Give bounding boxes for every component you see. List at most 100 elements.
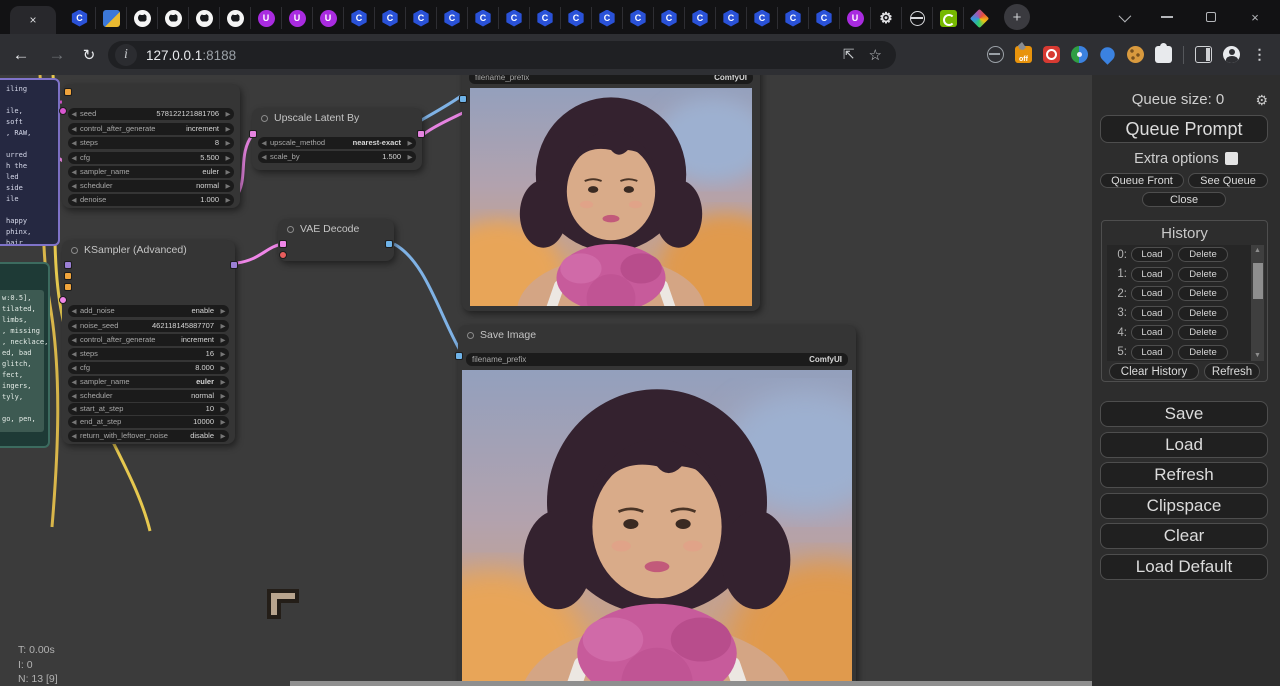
tab-favicon-comfyui[interactable]: C bbox=[560, 7, 591, 29]
see-queue-button[interactable]: See Queue bbox=[1188, 173, 1268, 188]
collapse-dot-icon[interactable] bbox=[287, 226, 294, 233]
tab-favicon-comfyui[interactable]: C bbox=[64, 7, 95, 29]
tab-favicon-comfyui[interactable]: C bbox=[777, 7, 808, 29]
widget-sampler-name[interactable]: ◀sampler_nameeuler▶ bbox=[68, 376, 229, 388]
browser-menu-icon[interactable]: ⋮ bbox=[1251, 46, 1268, 63]
widget-return-with-leftover-noise[interactable]: ◀return_with_leftover_noisedisable▶ bbox=[68, 430, 229, 442]
clear-history-button[interactable]: Clear History bbox=[1109, 363, 1199, 380]
tab-favicon-settings[interactable]: ⚙ bbox=[870, 7, 901, 29]
increment-arrow[interactable]: ▶ bbox=[217, 418, 229, 426]
load-default-button[interactable]: Load Default bbox=[1100, 554, 1268, 580]
decrement-arrow[interactable]: ◀ bbox=[68, 125, 80, 133]
increment-arrow[interactable]: ▶ bbox=[222, 125, 234, 133]
history-delete-button[interactable]: Delete bbox=[1178, 345, 1228, 360]
widget-sampler-name[interactable]: ◀sampler_nameeuler▶ bbox=[68, 166, 234, 178]
decrement-arrow[interactable]: ◀ bbox=[68, 154, 80, 162]
close-button[interactable]: Close bbox=[1142, 192, 1226, 207]
scroll-down-icon[interactable]: ▼ bbox=[1251, 352, 1264, 359]
tab-favicon-comfyui[interactable]: C bbox=[746, 7, 777, 29]
model-input-port[interactable] bbox=[64, 261, 72, 269]
generated-image-preview[interactable] bbox=[470, 88, 752, 306]
decrement-arrow[interactable]: ◀ bbox=[258, 153, 270, 161]
group-corner-handle[interactable] bbox=[266, 588, 302, 620]
tab-close-icon[interactable]: × bbox=[29, 13, 36, 27]
save-image-node[interactable]: Save Image filename_prefix ComfyUI bbox=[458, 325, 856, 686]
conditioning-port[interactable] bbox=[64, 88, 72, 96]
decrement-arrow[interactable]: ◀ bbox=[68, 350, 80, 358]
image-output-port[interactable] bbox=[385, 240, 393, 248]
clip-text-encode-negative-node[interactable]: w:0.5], tilated, limbs, , missing , neck… bbox=[0, 262, 50, 448]
decrement-arrow[interactable]: ◀ bbox=[68, 110, 80, 118]
increment-arrow[interactable]: ▶ bbox=[222, 154, 234, 162]
tab-favicon-notebook[interactable] bbox=[95, 7, 126, 29]
tab-favicon-ultralytics[interactable]: U bbox=[839, 7, 870, 29]
widget-scheduler[interactable]: ◀schedulernormal▶ bbox=[68, 390, 229, 402]
forward-button[interactable]: → bbox=[44, 42, 70, 68]
tab-favicon-comfyui[interactable]: C bbox=[436, 7, 467, 29]
history-refresh-button[interactable]: Refresh bbox=[1204, 363, 1260, 380]
widget-end-at-step[interactable]: ◀end_at_step10000▶ bbox=[68, 416, 229, 428]
clip-text-encode-positive-node[interactable]: iling ile, soft , RAW, urred h the led s… bbox=[0, 78, 60, 246]
increment-arrow[interactable]: ▶ bbox=[222, 196, 234, 204]
samples-input-port[interactable] bbox=[279, 240, 287, 248]
settings-gear-icon[interactable]: ⚙ bbox=[1255, 92, 1268, 109]
negative-input-port[interactable] bbox=[64, 283, 72, 291]
extra-options-checkbox[interactable] bbox=[1225, 152, 1238, 165]
history-delete-button[interactable]: Delete bbox=[1178, 286, 1228, 301]
drop-extension-icon[interactable] bbox=[1097, 44, 1117, 64]
tab-favicon-globe[interactable] bbox=[901, 7, 932, 29]
tab-favicon-github[interactable] bbox=[126, 7, 157, 29]
ksampler-advanced-node[interactable]: KSampler (Advanced) ◀add_noiseenable▶ ◀n… bbox=[62, 240, 235, 444]
widget-denoise[interactable]: ◀denoise1.000▶ bbox=[68, 194, 234, 206]
tab-favicon-github[interactable] bbox=[157, 7, 188, 29]
samples-input-port[interactable] bbox=[249, 130, 257, 138]
blue-green-extension-icon[interactable] bbox=[1071, 46, 1088, 63]
globe-extension-icon[interactable] bbox=[987, 46, 1004, 63]
decrement-arrow[interactable]: ◀ bbox=[68, 196, 80, 204]
widget-noise-seed[interactable]: ◀noise_seed462118145887707▶ bbox=[68, 320, 229, 332]
widget-start-at-step[interactable]: ◀start_at_step10▶ bbox=[68, 403, 229, 415]
increment-arrow[interactable]: ▶ bbox=[217, 378, 229, 386]
save-button[interactable]: Save bbox=[1100, 401, 1268, 427]
tab-search-chevron-icon[interactable] bbox=[1116, 10, 1130, 24]
tab-favicon-ultralytics[interactable]: U bbox=[281, 7, 312, 29]
increment-arrow[interactable]: ▶ bbox=[217, 307, 229, 315]
collapse-dot-icon[interactable] bbox=[71, 247, 78, 254]
site-info-icon[interactable]: i bbox=[115, 44, 137, 66]
side-panel-icon[interactable] bbox=[1195, 46, 1212, 63]
generated-image-preview[interactable] bbox=[462, 370, 852, 686]
save-image-top-node[interactable]: filename_prefix ComfyUI bbox=[462, 75, 760, 311]
collapse-dot-icon[interactable] bbox=[467, 332, 474, 339]
tab-favicon-comfyui[interactable]: C bbox=[684, 7, 715, 29]
tab-favicon-comfyui[interactable]: C bbox=[715, 7, 746, 29]
widget-control-after-generate[interactable]: ◀control_after_generateincrement▶ bbox=[68, 123, 234, 135]
decrement-arrow[interactable]: ◀ bbox=[68, 168, 80, 176]
decrement-arrow[interactable]: ◀ bbox=[68, 418, 80, 426]
share-icon[interactable]: ⇱ bbox=[843, 46, 855, 64]
tab-favicon-comfyui[interactable]: C bbox=[405, 7, 436, 29]
cookie-extension-icon[interactable] bbox=[1127, 46, 1144, 63]
minimize-button[interactable] bbox=[1160, 10, 1174, 24]
history-load-button[interactable]: Load bbox=[1131, 286, 1173, 301]
widget-upscale-method[interactable]: ◀upscale_methodnearest-exact▶ bbox=[258, 137, 416, 149]
increment-arrow[interactable]: ▶ bbox=[222, 110, 234, 118]
tab-favicon-github[interactable] bbox=[188, 7, 219, 29]
latent-output-port[interactable] bbox=[417, 130, 425, 138]
increment-arrow[interactable]: ▶ bbox=[222, 182, 234, 190]
new-tab-button[interactable]: + bbox=[1004, 4, 1030, 30]
refresh-button[interactable]: Refresh bbox=[1100, 462, 1268, 488]
widget-control-after-generate[interactable]: ◀control_after_generateincrement▶ bbox=[68, 334, 229, 346]
tab-favicon-comfyui[interactable]: C bbox=[529, 7, 560, 29]
queue-prompt-button[interactable]: Queue Prompt bbox=[1100, 115, 1268, 143]
positive-input-port[interactable] bbox=[64, 272, 72, 280]
tab-favicon-ultralytics[interactable]: U bbox=[312, 7, 343, 29]
queue-front-button[interactable]: Queue Front bbox=[1100, 173, 1184, 188]
decrement-arrow[interactable]: ◀ bbox=[68, 307, 80, 315]
decrement-arrow[interactable]: ◀ bbox=[68, 392, 80, 400]
widget-filename-prefix[interactable]: filename_prefix ComfyUI bbox=[469, 75, 753, 84]
latent-port[interactable] bbox=[59, 107, 67, 115]
widget-filename-prefix[interactable]: filename_prefix ComfyUI bbox=[466, 353, 848, 366]
active-tab[interactable]: × bbox=[10, 6, 56, 34]
negative-prompt-textarea[interactable]: w:0.5], tilated, limbs, , missing , neck… bbox=[0, 290, 44, 432]
increment-arrow[interactable]: ▶ bbox=[217, 322, 229, 330]
